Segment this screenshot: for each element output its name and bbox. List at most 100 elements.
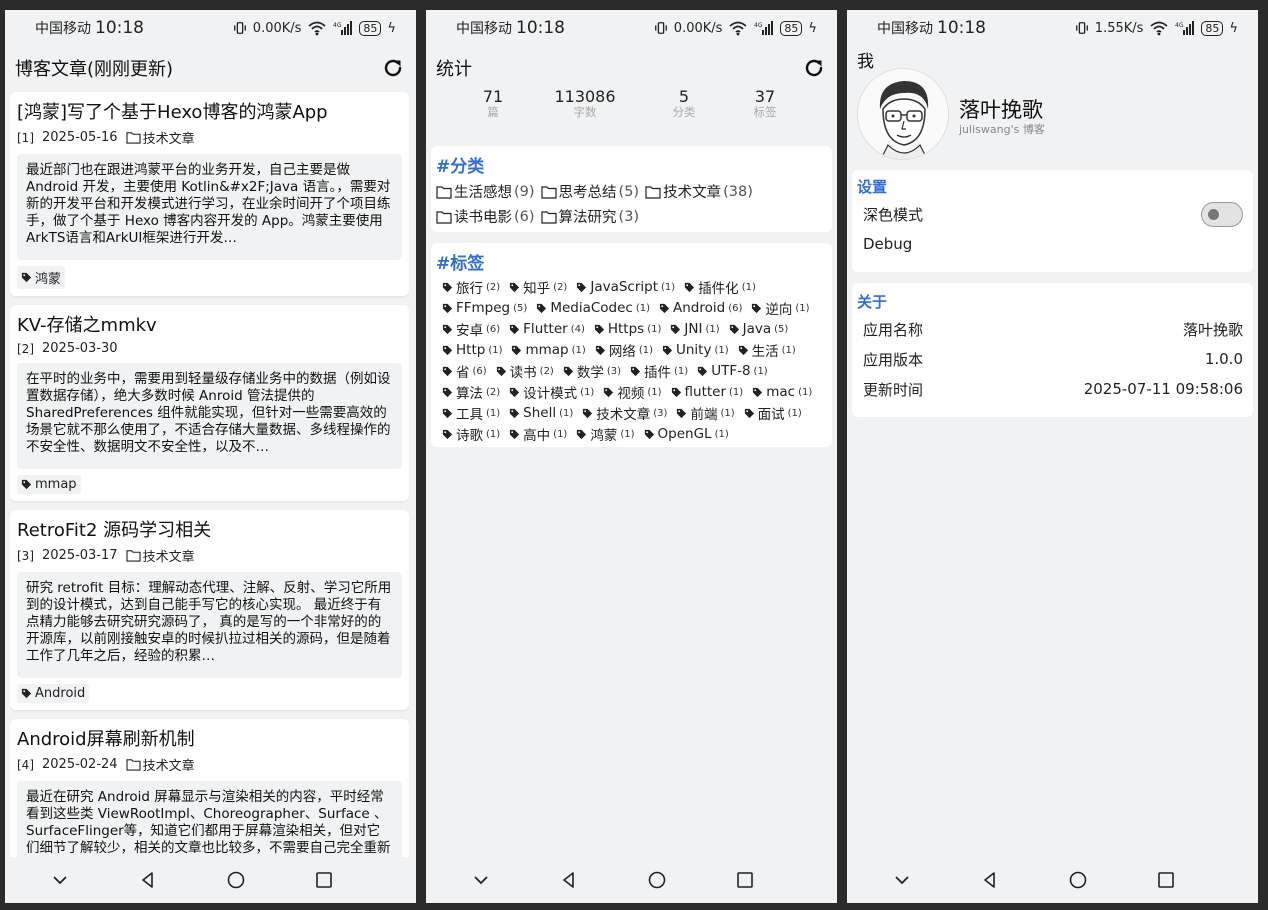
signal-icon <box>1175 20 1195 36</box>
app-bar: 统计 <box>426 50 837 86</box>
tag-name: Shell <box>523 405 557 421</box>
post-card[interactable]: RetroFit2 源码学习相关 [3] 2025-03-17 技术文章 研究 re… <box>10 510 409 710</box>
nav-back-button[interactable] <box>971 865 1009 895</box>
clock: 10:18 <box>937 18 986 38</box>
debug-row[interactable]: Debug <box>852 229 1253 259</box>
nav-hide-button[interactable] <box>41 865 79 895</box>
nav-recent-button[interactable] <box>305 865 343 895</box>
refresh-button[interactable] <box>801 55 827 81</box>
tag-item[interactable]: Unity (1) <box>662 341 729 359</box>
tag-count: (2) <box>553 281 568 293</box>
stat-label: 字数 <box>573 105 597 119</box>
tag-item[interactable]: flutter (1) <box>671 383 743 401</box>
nav-back-button[interactable] <box>550 865 588 895</box>
tag-item[interactable]: Shell (1) <box>509 404 573 422</box>
tag-item[interactable]: Android (6) <box>659 299 742 317</box>
about-label: 应用名称 <box>863 320 924 339</box>
tag-item[interactable]: 安卓 (6) <box>442 320 500 339</box>
nav-recent-button[interactable] <box>1147 865 1185 895</box>
tag-item[interactable]: 诗歌 (1) <box>442 425 500 444</box>
tag-name: MediaCodec <box>550 300 633 316</box>
tag-item[interactable]: 工具 (1) <box>442 404 500 423</box>
tag-icon <box>442 303 453 314</box>
nav-home-button[interactable] <box>638 865 676 895</box>
category-name: 思考总结 <box>558 185 617 201</box>
dark-mode-toggle[interactable] <box>1201 201 1243 227</box>
tag-item[interactable]: Https (1) <box>594 320 662 338</box>
category-count: (38) <box>723 183 753 200</box>
tag-item[interactable]: 高中 (1) <box>509 425 567 444</box>
vibrate-icon <box>1075 21 1089 35</box>
nav-hide-button[interactable] <box>883 865 921 895</box>
tag-item[interactable]: Http (1) <box>442 341 502 359</box>
post-excerpt: 最近在研究 Android 屏幕显示与渲染相关的内容，平时经常看到这些类 Vie… <box>17 781 402 857</box>
tag-item[interactable]: 网络 (1) <box>595 341 653 360</box>
tag-item[interactable]: OpenGL (1) <box>644 425 729 443</box>
tag-item[interactable]: 插件 (1) <box>630 362 688 381</box>
tag-item[interactable]: 知乎 (2) <box>509 278 568 297</box>
tag-item[interactable]: 省 (6) <box>442 362 487 381</box>
tag-item[interactable]: 设计模式 (1) <box>509 383 594 402</box>
tag-item[interactable]: 旅行 (2) <box>442 278 500 297</box>
tag-item[interactable]: 数学 (3) <box>563 362 621 381</box>
post-tag[interactable]: mmap <box>17 475 81 494</box>
tag-item[interactable]: 算法 (2) <box>442 383 500 402</box>
stat-tags: 37 标签 <box>744 88 786 119</box>
post-date: 2025-03-30 <box>42 341 118 356</box>
tag-item[interactable]: JavaScript (1) <box>576 278 675 296</box>
category-item[interactable]: 读书电影 (6) <box>436 206 535 227</box>
post-card[interactable]: KV-存储之mmkv [2] 2025-03-30 在平时的业务中，需要用到轻量级… <box>10 305 409 501</box>
about-row: 应用版本 1.0.0 <box>852 344 1253 374</box>
nav-home-button[interactable] <box>1059 865 1097 895</box>
dark-mode-row[interactable]: 深色模式 <box>852 199 1253 229</box>
tag-item[interactable]: 插件化 (1) <box>684 278 756 297</box>
tag-item[interactable]: MediaCodec (1) <box>536 299 650 317</box>
avatar[interactable] <box>857 68 949 160</box>
tag-count: (1) <box>647 323 662 335</box>
folder-icon <box>436 210 452 224</box>
tag-count: (1) <box>661 281 676 293</box>
toggle-knob <box>1208 208 1219 220</box>
tag-item[interactable]: JNI (1) <box>670 320 720 338</box>
tag-name: 安卓 <box>456 323 483 339</box>
post-list[interactable]: [鸿蒙]写了个基于Hexo博客的鸿蒙App [1] 2025-05-16 技术文章 … <box>10 92 409 857</box>
tag-icon <box>509 429 520 440</box>
category-item[interactable]: 技术文章 (38) <box>645 181 753 202</box>
refresh-button[interactable] <box>380 55 406 81</box>
folder-icon <box>126 131 141 144</box>
tag-item[interactable]: 逆向 (1) <box>751 299 810 318</box>
nav-home-button[interactable] <box>217 865 255 895</box>
category-item[interactable]: 思考总结 (5) <box>541 181 639 202</box>
tag-item[interactable]: Java (5) <box>729 320 788 338</box>
category-item[interactable]: 生活感想 (9) <box>436 181 535 202</box>
tag-count: (1) <box>795 302 810 314</box>
home-icon <box>647 870 667 890</box>
tag-item[interactable]: UTF-8 (1) <box>697 362 768 380</box>
tag-item[interactable]: mmap (1) <box>511 341 586 359</box>
tag-item[interactable]: mac (1) <box>752 383 812 401</box>
tag-item[interactable]: 生活 (1) <box>738 341 796 360</box>
tag-item[interactable]: 视频 (1) <box>603 383 662 402</box>
post-tag[interactable]: Android <box>17 684 90 703</box>
stat-categories: 5 分类 <box>663 88 705 119</box>
stat-value: 37 <box>754 87 776 106</box>
tag-item[interactable]: 鸿蒙 (1) <box>576 425 635 444</box>
tag-item[interactable]: 技术文章 (3) <box>582 404 667 423</box>
back-icon <box>138 870 158 890</box>
nav-recent-button[interactable] <box>726 865 764 895</box>
post-card[interactable]: [鸿蒙]写了个基于Hexo博客的鸿蒙App [1] 2025-05-16 技术文章 … <box>10 92 409 296</box>
tag-item[interactable]: FFmpeg (5) <box>442 299 527 317</box>
post-index: [4] <box>17 757 34 772</box>
tag-item[interactable]: Flutter (4) <box>509 320 585 338</box>
post-tag[interactable]: 鸿蒙 <box>17 266 66 289</box>
carrier-label: 中国移动 <box>456 21 512 37</box>
category-name: 算法研究 <box>558 210 617 226</box>
nav-back-button[interactable] <box>129 865 167 895</box>
tag-item[interactable]: 面试 (1) <box>744 404 802 423</box>
category-item[interactable]: 算法研究 (3) <box>541 206 639 227</box>
tag-item[interactable]: 前端 (1) <box>676 404 735 423</box>
tag-item[interactable]: 读书 (2) <box>496 362 554 381</box>
nav-hide-button[interactable] <box>462 865 500 895</box>
post-title: RetroFit2 源码学习相关 <box>17 520 212 541</box>
post-card[interactable]: Android屏幕刷新机制 [4] 2025-02-24 技术文章 最近在研究 An… <box>10 719 409 857</box>
